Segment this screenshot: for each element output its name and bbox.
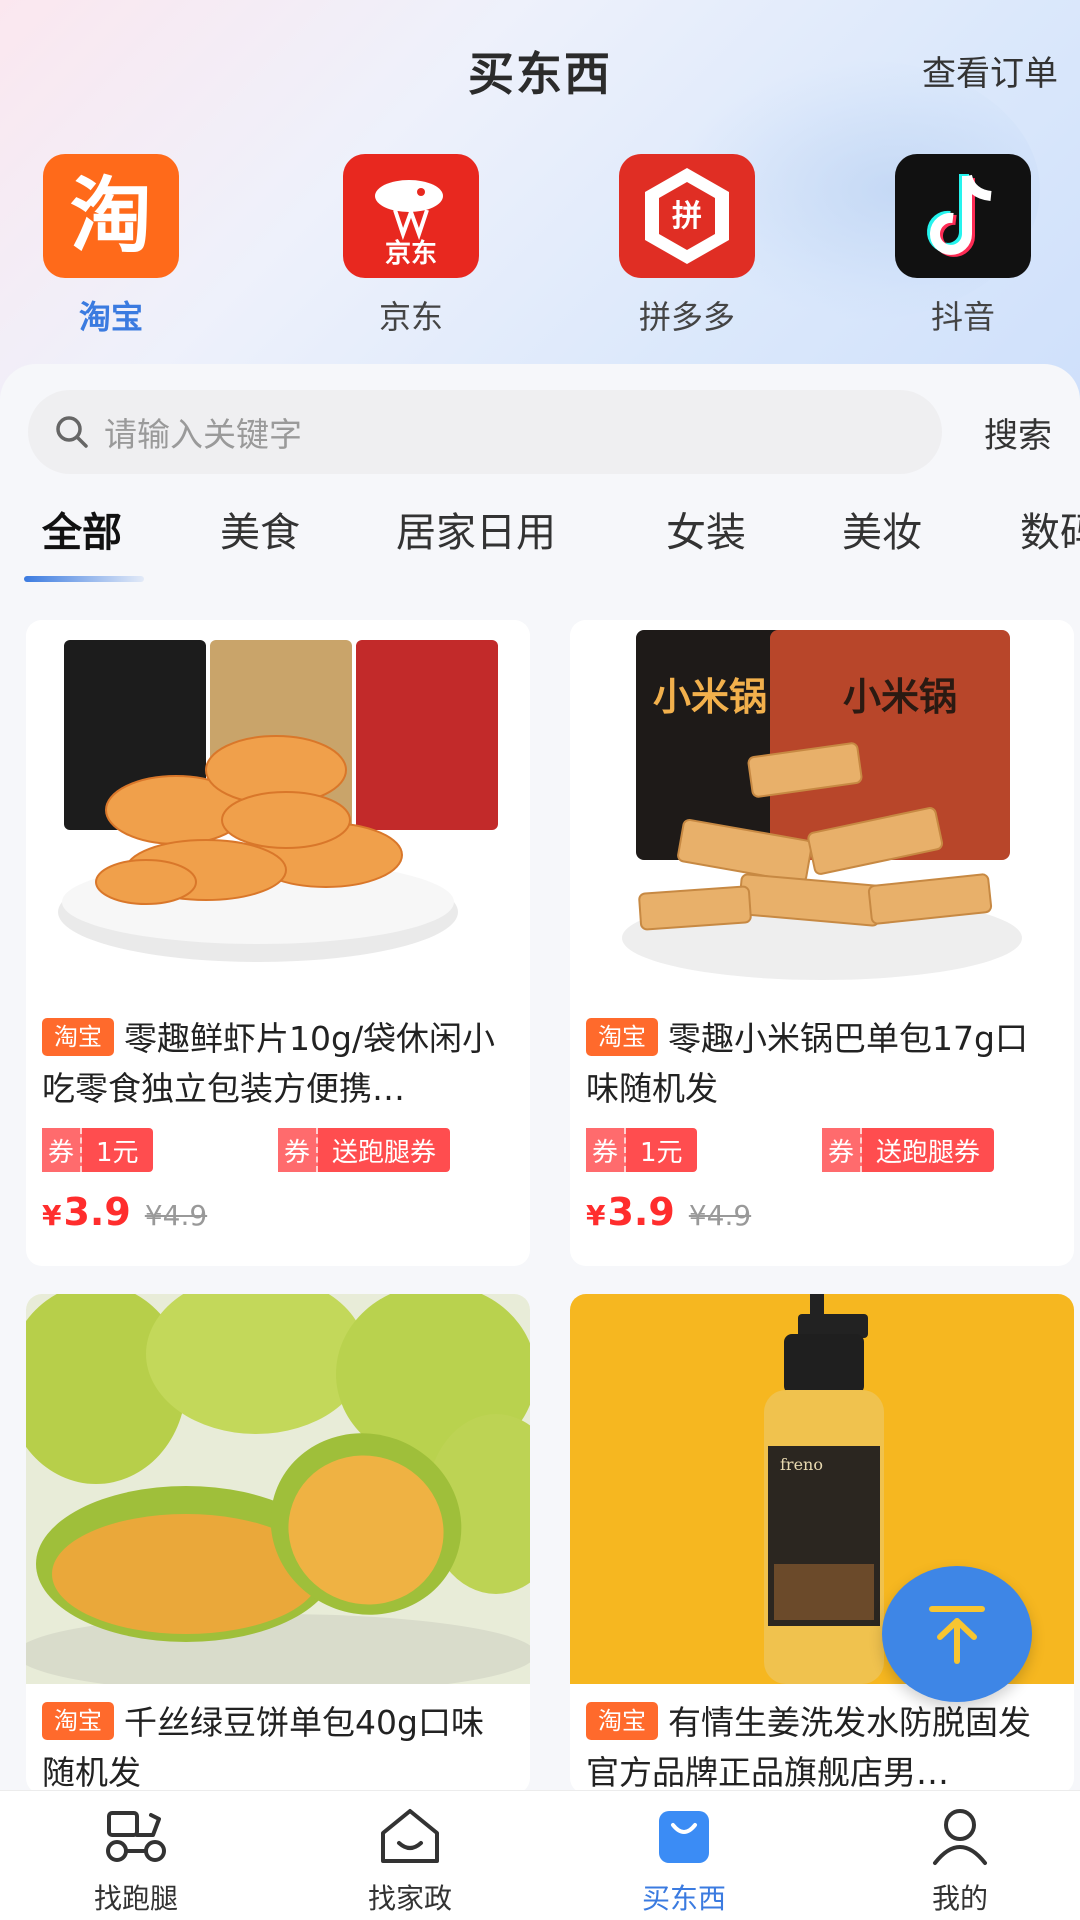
- currency-symbol: ¥: [586, 1199, 606, 1232]
- svg-text:京东: 京东: [385, 238, 437, 269]
- nav-errand[interactable]: 找跑腿: [36, 1805, 236, 1917]
- nav-profile[interactable]: 我的: [860, 1805, 1060, 1917]
- coupon-tag: 券: [278, 1128, 318, 1172]
- taobao-badge: 淘宝: [42, 1018, 114, 1056]
- jd-logo-icon: 京东: [343, 154, 479, 278]
- coupon-tag: 券: [586, 1128, 626, 1172]
- product-card[interactable]: 淘宝 千丝绿豆饼单包40g口味随机发: [26, 1294, 530, 1794]
- shopping-bag-icon: [659, 1811, 709, 1863]
- taobao-logo-icon: 淘: [43, 154, 179, 278]
- taobao-badge: 淘宝: [42, 1702, 114, 1740]
- coupon-tag: 券: [822, 1128, 862, 1172]
- view-orders-link[interactable]: 查看订单: [922, 46, 1058, 95]
- nav-label: 找家政: [367, 1882, 452, 1915]
- platform-label: 京东: [378, 298, 443, 336]
- tab-beauty[interactable]: 美妆: [842, 500, 922, 558]
- platform-jd[interactable]: 京东 京东: [326, 154, 496, 338]
- coupon-discount: 券 1元: [586, 1128, 697, 1172]
- product-image: 小米锅 小米锅: [570, 620, 1074, 1000]
- platform-taobao[interactable]: 淘 淘宝: [26, 154, 196, 338]
- taobao-badge: 淘宝: [586, 1702, 658, 1740]
- product-title: 淘宝 有情生姜洗发水防脱固发官方品牌正品旗舰店男…: [586, 1698, 1058, 1794]
- coupon-errand: 券 送跑腿券: [822, 1128, 995, 1172]
- product-title: 淘宝 千丝绿豆饼单包40g口味随机发: [42, 1698, 514, 1794]
- tab-all[interactable]: 全部: [42, 500, 122, 558]
- product-card[interactable]: freno 淘宝 有情生姜洗发水防脱固发官方品牌正品旗舰店男…: [570, 1294, 1074, 1794]
- coupon-text: 1元: [640, 1137, 683, 1168]
- product-card[interactable]: 小米锅 小米锅 淘宝零趣小米锅巴单包17g口味随机发 券 1元 券 送跑腿券: [570, 620, 1074, 1266]
- coupon-text: 送跑腿券: [332, 1137, 437, 1168]
- platform-douyin[interactable]: 抖音: [878, 154, 1048, 338]
- product-image: [26, 1294, 530, 1684]
- page-title: 买东西: [468, 47, 612, 101]
- taobao-badge: 淘宝: [586, 1018, 658, 1056]
- coupon-tag: 券: [42, 1128, 82, 1172]
- price-value: 3.9: [63, 1190, 131, 1234]
- search-placeholder: 请输入关键字: [104, 415, 302, 454]
- nav-label: 买东西: [641, 1882, 726, 1915]
- coupon-discount: 券 1元: [42, 1128, 153, 1172]
- search-input[interactable]: 请输入关键字: [28, 390, 942, 474]
- search-icon: [56, 416, 88, 448]
- product-title: 淘宝 零趣鲜虾片10g/袋休闲小吃零食独立包装方便携…: [42, 1014, 514, 1114]
- coupon-text: 1元: [96, 1137, 139, 1168]
- scroll-to-top-button[interactable]: [882, 1566, 1032, 1702]
- current-price: ¥3.9: [42, 1190, 131, 1234]
- category-tabs: 全部 美食 居家日用 女装 美妆 数码: [0, 488, 1080, 568]
- douyin-logo-icon: [895, 154, 1031, 278]
- tab-home-daily[interactable]: 居家日用: [396, 500, 556, 558]
- current-price: ¥3.9: [586, 1190, 675, 1234]
- arrow-up-icon: [929, 1606, 985, 1664]
- tab-womens-clothing[interactable]: 女装: [666, 500, 746, 558]
- svg-text:小米锅: 小米锅: [653, 675, 767, 719]
- bottom-navigation: 找跑腿 找家政 买东西 我的: [0, 1790, 1080, 1920]
- nav-label: 我的: [931, 1882, 988, 1915]
- platform-switcher: 淘 淘宝 京东 京东 拼 拼多多 抖音: [0, 154, 1080, 336]
- platform-pinduoduo[interactable]: 拼 拼多多: [602, 154, 772, 338]
- platform-label: 淘宝: [78, 298, 143, 336]
- nav-label: 找跑腿: [93, 1882, 178, 1915]
- house-icon: [381, 1809, 439, 1863]
- coupon-text: 送跑腿券: [876, 1137, 981, 1168]
- platform-label: 拼多多: [638, 298, 735, 336]
- coupon-errand: 券 送跑腿券: [278, 1128, 451, 1172]
- svg-text:拼: 拼: [672, 199, 702, 234]
- currency-symbol: ¥: [42, 1199, 62, 1232]
- tab-food[interactable]: 美食: [220, 500, 300, 558]
- pinduoduo-logo-icon: 拼: [619, 154, 755, 278]
- svg-text:淘: 淘: [70, 169, 152, 264]
- nav-housekeeping[interactable]: 找家政: [310, 1805, 510, 1917]
- product-card[interactable]: 淘宝 零趣鲜虾片10g/袋休闲小吃零食独立包装方便携… 券 1元 券 送跑腿券 ¥…: [26, 620, 530, 1266]
- original-price: ¥4.9: [688, 1199, 752, 1232]
- nav-shopping[interactable]: 买东西: [584, 1805, 784, 1917]
- user-icon: [933, 1809, 987, 1865]
- svg-text:小米锅: 小米锅: [843, 675, 957, 719]
- search-button[interactable]: 搜索: [984, 408, 1052, 457]
- platform-label: 抖音: [930, 298, 995, 336]
- product-image: [26, 620, 530, 1000]
- delivery-scooter-icon: [106, 1811, 166, 1862]
- active-tab-indicator: [24, 576, 144, 582]
- original-price: ¥4.9: [144, 1199, 208, 1232]
- svg-text:freno: freno: [780, 1455, 823, 1474]
- tab-digital[interactable]: 数码: [1020, 500, 1080, 558]
- price-value: 3.9: [607, 1190, 675, 1234]
- product-title: 淘宝 零趣小米锅巴单包17g口味随机发: [586, 1014, 1058, 1114]
